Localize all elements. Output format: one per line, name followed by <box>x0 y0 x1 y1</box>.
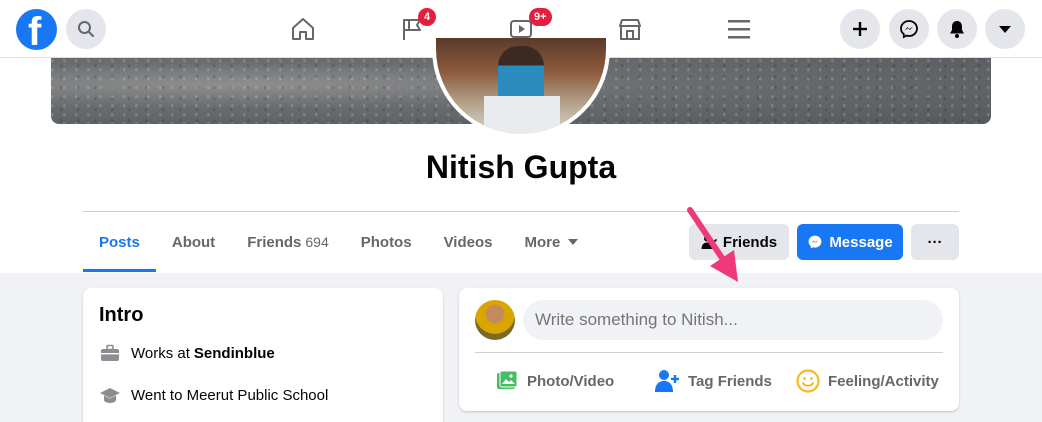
caret-down-icon <box>568 239 579 245</box>
pages-tab[interactable]: 4 <box>392 8 436 48</box>
search-icon <box>78 21 94 37</box>
feeling-activity-button[interactable]: Feeling/Activity <box>796 368 939 394</box>
tab-label: Videos <box>443 233 493 251</box>
tab-label: More <box>524 233 561 251</box>
profile-tabs: Posts About Friends 694 Photos Videos Mor… <box>83 212 594 272</box>
notifications-bell-icon <box>950 21 964 38</box>
home-icon <box>292 18 314 40</box>
notifications-button[interactable] <box>937 9 977 49</box>
tag-friends-button[interactable]: Tag Friends <box>654 368 772 394</box>
menu-icon <box>728 20 750 39</box>
tab-posts[interactable]: Posts <box>83 212 156 272</box>
messenger-icon <box>808 235 822 249</box>
friends-count: 694 <box>305 234 329 250</box>
more-options-button[interactable]: ··· <box>911 224 959 260</box>
create-button[interactable] <box>840 9 880 49</box>
marketplace-tab[interactable] <box>610 10 650 48</box>
graduation-cap-icon <box>99 384 121 406</box>
marketplace-icon <box>619 19 641 40</box>
message-button[interactable]: Message <box>797 224 903 260</box>
account-button[interactable] <box>985 9 1025 49</box>
tab-more[interactable]: More <box>509 212 595 272</box>
watch-badge: 9+ <box>529 8 552 26</box>
tab-about[interactable]: About <box>156 212 231 272</box>
photo-icon <box>497 370 518 389</box>
tab-friends[interactable]: Friends 694 <box>231 212 345 272</box>
education-text: Went to Meerut Public School <box>131 386 329 404</box>
menu-tab[interactable] <box>719 10 759 48</box>
photo-video-label: Photo/Video <box>527 372 615 390</box>
intro-education-row: Went to Meerut Public School <box>99 384 328 406</box>
tab-videos[interactable]: Videos <box>428 212 509 272</box>
tab-label: About <box>171 233 216 251</box>
photo-video-button[interactable]: Photo/Video <box>495 368 614 394</box>
logo-letter: f <box>28 10 42 54</box>
messenger-icon <box>900 20 918 39</box>
feeling-label: Feeling/Activity <box>828 372 939 390</box>
post-composer-card: Photo/Video Tag Friends Feeling/Activity <box>459 288 959 411</box>
work-prefix: Works at <box>131 344 190 362</box>
message-button-label: Message <box>829 233 893 251</box>
pages-badge: 4 <box>418 8 436 26</box>
tab-label: Friends <box>247 233 302 251</box>
facebook-logo-icon[interactable]: f <box>16 9 57 54</box>
tab-label: Posts <box>99 233 140 251</box>
more-dots-icon: ··· <box>927 233 943 251</box>
post-composer-input[interactable] <box>523 300 943 340</box>
intro-title: Intro <box>99 304 144 326</box>
avatar[interactable] <box>475 300 515 340</box>
plus-icon <box>853 22 867 36</box>
intro-work-row: Works at Sendinblue <box>99 342 275 364</box>
tab-label: Photos <box>360 233 412 251</box>
account-caret-icon <box>999 26 1011 33</box>
profile-name: Nitish Gupta <box>425 149 617 185</box>
composer-divider <box>475 352 943 353</box>
intro-card: Intro Works at Sendinblue Went to Meerut … <box>83 288 443 422</box>
search-button[interactable] <box>66 9 106 49</box>
home-tab[interactable] <box>283 10 323 48</box>
tab-photos[interactable]: Photos <box>345 212 428 272</box>
smiley-icon <box>796 369 820 393</box>
profile-header: Nitish Gupta Posts About Friends 694 Phot… <box>0 38 1042 282</box>
messenger-button[interactable] <box>889 9 929 49</box>
briefcase-icon <box>99 342 121 364</box>
annotation-arrow-icon <box>687 207 738 282</box>
tag-friends-label: Tag Friends <box>688 372 772 390</box>
work-place[interactable]: Sendinblue <box>194 345 275 362</box>
tag-friends-icon <box>655 370 679 392</box>
